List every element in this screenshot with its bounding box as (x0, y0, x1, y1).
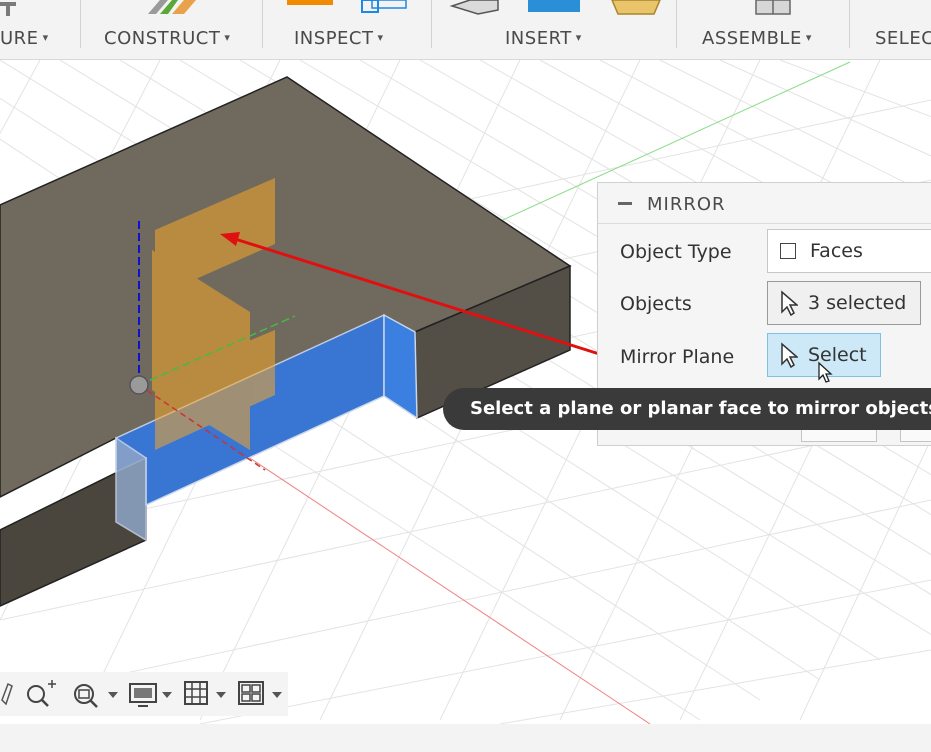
toolbar-label-inspect: INSPECT ▾ (294, 28, 384, 49)
tooltip-text: Select a plane or planar face to mirror … (470, 398, 931, 419)
toolbar-label-insert: INSERT ▾ (505, 28, 582, 49)
origin-point[interactable] (129, 375, 149, 395)
toolbar-separator (849, 0, 850, 48)
toolbar-group-insert[interactable]: INSERT ▾ (433, 0, 675, 60)
pan-icon[interactable] (0, 678, 14, 710)
mirror-dialog-title: MIRROR (647, 194, 726, 215)
tooltip: Select a plane or planar face to mirror … (443, 388, 931, 430)
toolbar-group-assemble[interactable]: ASSEMBLE ▾ (678, 0, 848, 60)
toolbar-label-modify: URE ▾ (0, 28, 49, 49)
objects-selection-button[interactable]: 3 selected (767, 281, 921, 325)
collapse-icon[interactable] (618, 202, 632, 205)
toolbar: URE ▾ CONSTRUCT ▾ INSPECT ▾ INSERT ▾ ASSEMBL… (0, 0, 931, 60)
toolbar-label-select: SELEC (875, 28, 931, 49)
toolbar-label-assemble: ASSEMBLE ▾ (702, 28, 812, 49)
toolbar-separator (80, 0, 81, 48)
objects-value: 3 selected (808, 292, 907, 314)
chevron-down-icon: ▾ (224, 31, 231, 44)
toolbar-label-construct: CONSTRUCT ▾ (104, 28, 231, 49)
toolbar-separator (431, 0, 432, 48)
chevron-down-icon: ▾ (42, 31, 49, 44)
chevron-down-icon: ▾ (805, 31, 812, 44)
mirror-plane-label: Mirror Plane (620, 346, 735, 368)
checkbox-icon (780, 243, 796, 259)
toolbar-group-modify[interactable]: URE ▾ (0, 0, 78, 60)
toolbar-group-construct[interactable]: CONSTRUCT ▾ (82, 0, 260, 60)
mirror-dialog-header: MIRROR (598, 183, 931, 224)
toolbar-separator (262, 0, 263, 48)
chevron-down-icon: ▾ (377, 31, 384, 44)
object-type-dropdown[interactable]: Faces (767, 229, 931, 273)
cursor-arrow-icon (781, 342, 798, 368)
mouse-pointer-icon (818, 361, 833, 383)
object-type-label: Object Type (620, 241, 732, 263)
display-settings-icon[interactable] (128, 678, 174, 710)
zoom-icon[interactable] (68, 678, 122, 710)
navigation-bar (0, 672, 288, 716)
objects-label: Objects (620, 293, 692, 315)
object-type-value: Faces (810, 240, 863, 262)
zoom-window-icon[interactable] (22, 678, 58, 710)
chevron-down-icon: ▾ (575, 31, 582, 44)
cursor-arrow-icon (781, 290, 798, 316)
toolbar-separator (676, 0, 677, 48)
toolbar-group-select[interactable]: SELEC (851, 0, 931, 60)
viewports-icon[interactable] (236, 678, 284, 710)
grid-icon[interactable] (182, 678, 228, 710)
bottom-strip (0, 724, 931, 752)
toolbar-group-inspect[interactable]: INSPECT ▾ (264, 0, 430, 60)
